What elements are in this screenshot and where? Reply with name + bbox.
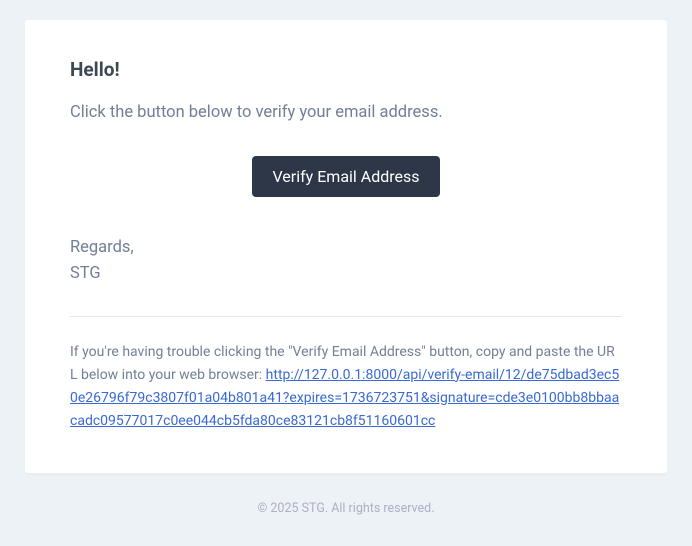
fallback-instructions: If you're having trouble clicking the "V… — [70, 341, 622, 433]
sender-name: STG — [70, 264, 101, 283]
email-card: Hello! Click the button below to verify … — [25, 20, 667, 473]
verify-email-button[interactable]: Verify Email Address — [252, 156, 439, 197]
button-container: Verify Email Address — [70, 156, 622, 197]
divider — [70, 316, 622, 317]
regards-label: Regards, — [70, 238, 134, 257]
signature: Regards, STG — [70, 235, 622, 288]
instruction-text: Click the button below to verify your em… — [70, 101, 622, 126]
footer-copyright: © 2025 STG. All rights reserved. — [25, 501, 667, 516]
greeting-heading: Hello! — [70, 58, 622, 81]
